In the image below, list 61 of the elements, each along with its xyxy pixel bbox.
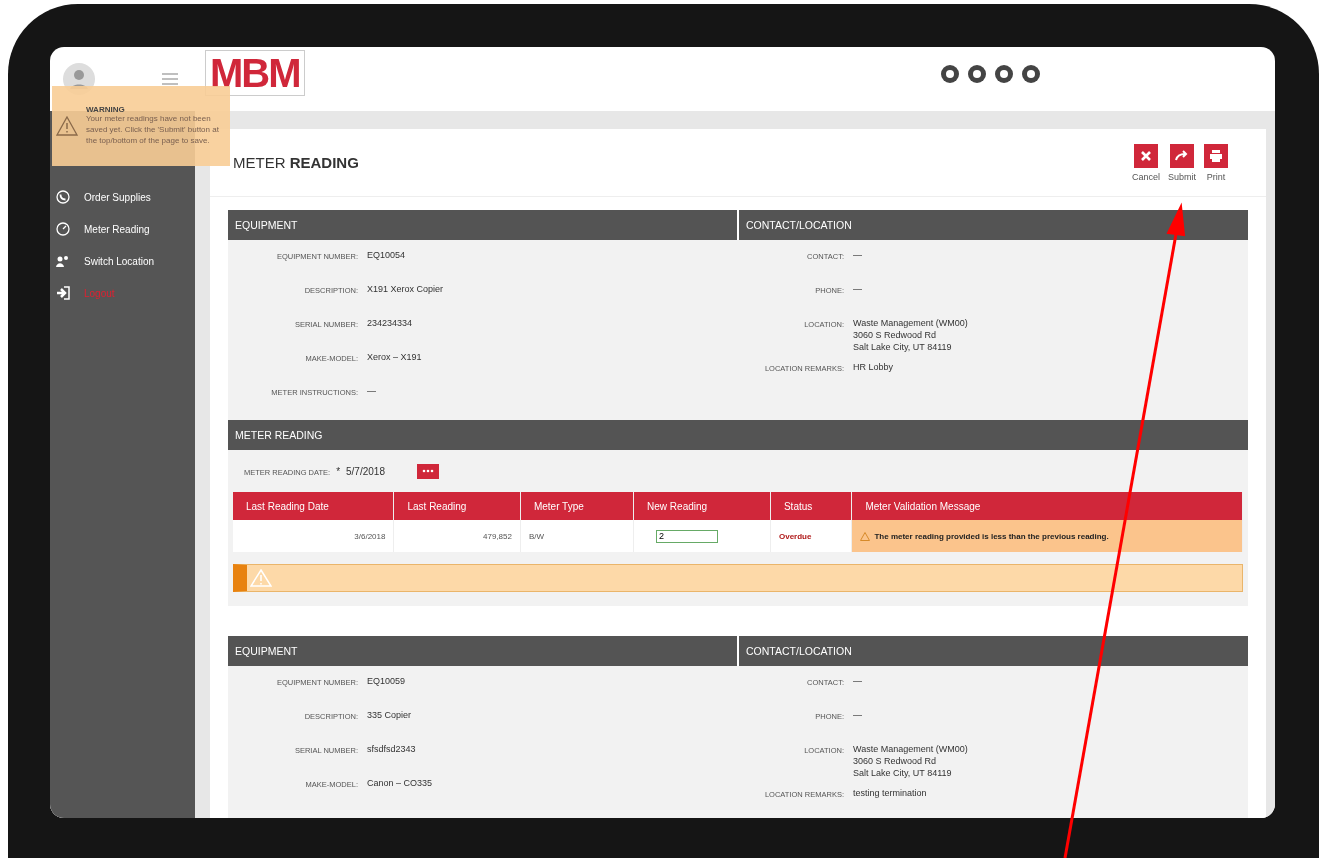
phone-icon	[56, 190, 70, 204]
field-value: Waste Management (WM00)	[853, 318, 968, 328]
more-dots-icon	[421, 469, 434, 473]
field-value: 3060 S Redwood Rd	[853, 330, 938, 340]
warning-icon	[250, 569, 272, 587]
warning-icon	[56, 116, 78, 136]
field-value: Waste Management (WM00)	[853, 744, 968, 754]
column-header: Meter Type	[520, 492, 634, 520]
column-header: Last Reading	[393, 492, 521, 520]
sidebar-item[interactable]: Meter Reading	[50, 213, 195, 245]
sidebar-item[interactable]: Order Supplies	[50, 181, 195, 213]
column-header: Last Reading Date	[233, 492, 394, 520]
column-header: Status	[770, 492, 852, 520]
validation-message: The meter reading provided is less than the previous reading.	[874, 531, 1109, 541]
close-icon	[1133, 143, 1158, 168]
field-value: —	[853, 284, 862, 294]
field-value: Salt Lake City, UT 84119	[853, 768, 953, 778]
required-mark: *	[336, 465, 341, 477]
field-value: Xerox – X191	[367, 352, 422, 362]
warning-title: WARNING	[86, 105, 126, 115]
page-title: METER READING	[233, 154, 359, 171]
column-header: New Reading	[633, 492, 771, 520]
submit-button[interactable]: Submit	[1168, 143, 1196, 182]
exit-arrow-icon	[56, 286, 70, 300]
field-value: testing termination	[853, 788, 927, 798]
field-value: —	[853, 676, 862, 686]
field-value: Salt Lake City, UT 84119	[853, 342, 953, 352]
sidebar-item[interactable]: Switch Location	[50, 245, 195, 277]
column-header: Meter Validation Message	[851, 492, 1243, 520]
cancel-button[interactable]: Cancel	[1131, 143, 1160, 182]
field-value: EQ10054	[367, 250, 406, 260]
section-header: CONTACT/LOCATION	[739, 210, 1248, 240]
field-value: —	[853, 250, 862, 260]
field-value: EQ10059	[367, 676, 406, 686]
field-value: 234234334	[367, 318, 413, 328]
section-header: EQUIPMENT	[228, 636, 737, 666]
date-value: 5/7/2018	[346, 465, 385, 477]
field-value: —	[367, 386, 376, 396]
field-value: X191 Xerox Copier	[367, 284, 444, 294]
table-cell: B/W	[520, 520, 634, 552]
date-picker-button[interactable]	[416, 463, 439, 479]
field-value: —	[853, 710, 862, 720]
section-header: METER READING	[228, 420, 1248, 450]
section-header: CONTACT/LOCATION	[739, 636, 1248, 666]
field-value: 335 Copier	[367, 710, 412, 720]
company-logo: MBM	[205, 50, 305, 96]
table-cell: 479,852	[393, 520, 521, 552]
field-value: sfsdfsd2343	[367, 744, 416, 754]
warning-message: Your meter readings have not been saved yet. Click the 'Submit' button at the top/bottom of the page to save.	[86, 114, 220, 147]
printer-icon	[1204, 143, 1228, 168]
field-value: Canon – CO335	[367, 778, 433, 788]
field-value: HR Lobby	[853, 362, 894, 372]
print-button[interactable]: Print	[1204, 143, 1228, 182]
people-icon	[56, 254, 70, 268]
field-value: 3060 S Redwood Rd	[853, 756, 938, 766]
gauge-icon	[56, 222, 70, 236]
warning-icon	[860, 531, 871, 541]
status-text: Overdue	[770, 520, 852, 552]
table-cell: 3/6/2018	[233, 520, 394, 552]
new-reading-input[interactable]: 2	[656, 529, 719, 543]
section-header: EQUIPMENT	[228, 210, 737, 240]
